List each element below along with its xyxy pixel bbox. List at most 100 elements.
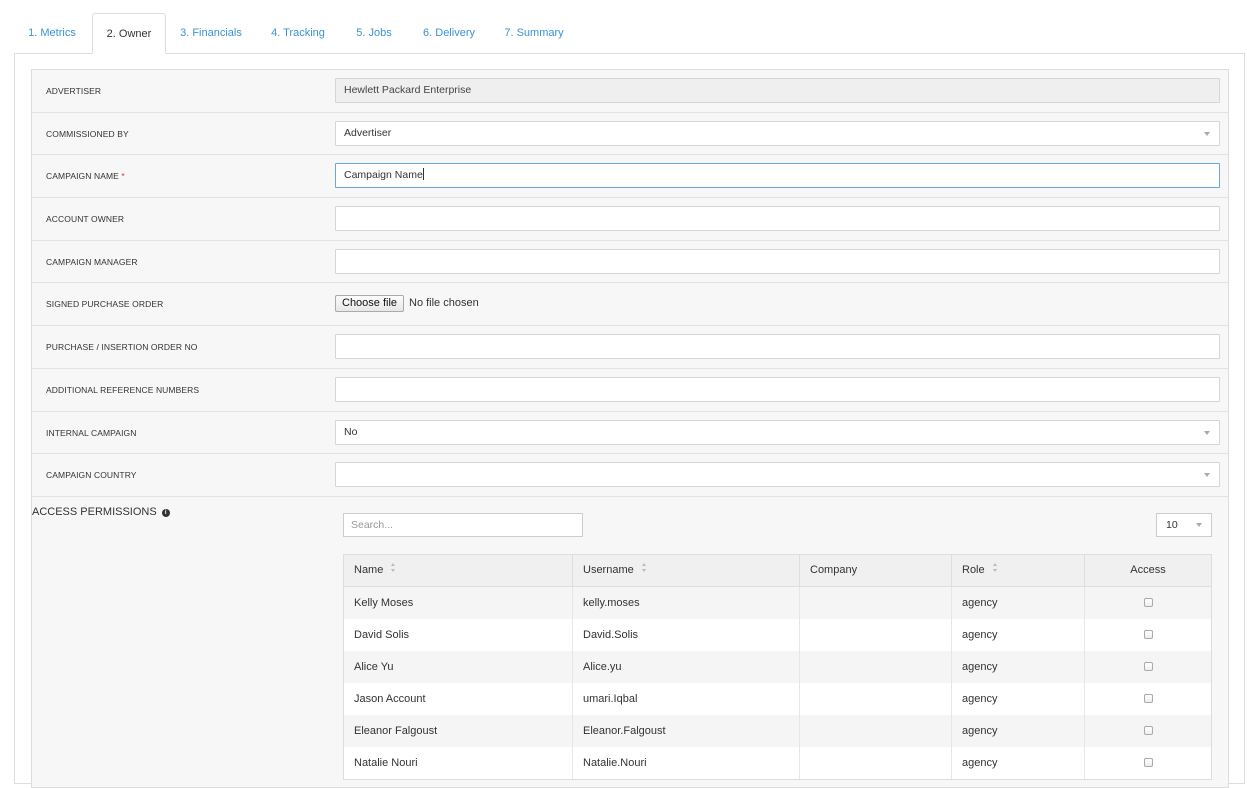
text-cursor: [422, 168, 424, 181]
cell-name: Kelly Moses: [344, 586, 573, 619]
campaign-country-label: CAMPAIGN COUNTRY: [46, 470, 137, 481]
chevron-down-icon: [1204, 430, 1210, 435]
chevron-down-icon: [1204, 473, 1210, 478]
internal-campaign-value: No: [344, 425, 358, 438]
campaign-name-label-text: CAMPAIGN NAME: [46, 171, 119, 182]
column-header-access: Access: [1085, 555, 1211, 587]
chevron-down-icon: [1204, 131, 1210, 136]
cell-access: [1085, 683, 1211, 715]
commissioned-by-label: COMMISSIONED BY: [46, 128, 129, 139]
access-permissions-label-text: ACCESS PERMISSIONS: [32, 505, 157, 518]
po-number-row: PURCHASE / INSERTION ORDER NO: [32, 326, 1228, 369]
campaign-name-value: Campaign Name: [344, 169, 423, 182]
cell-company: [800, 586, 952, 619]
column-header-role[interactable]: Role: [952, 554, 1085, 587]
cell-name: Eleanor Falgoust: [344, 714, 573, 747]
cell-username: Alice.yu: [573, 650, 800, 683]
page-size-value: 10: [1166, 518, 1178, 531]
po-number-label: PURCHASE / INSERTION ORDER NO: [46, 342, 198, 353]
column-header-label: Username: [583, 563, 634, 576]
cell-access: [1085, 587, 1211, 619]
tab-jobs[interactable]: 5. Jobs: [348, 13, 400, 54]
tab-bar: 1. Metrics 2. Owner 3. Financials 4. Tra…: [14, 13, 1245, 54]
cell-access: [1085, 715, 1211, 747]
access-checkbox[interactable]: [1143, 693, 1153, 703]
cell-access: [1085, 747, 1211, 779]
column-header-company: Company: [800, 554, 952, 587]
cell-access: [1085, 651, 1211, 683]
table-body: Kelly Moses kelly.moses agency David Solis D…: [344, 586, 1211, 779]
tab-tracking[interactable]: 4. Tracking: [266, 13, 330, 54]
tab-delivery[interactable]: 6. Delivery: [416, 13, 482, 54]
owner-panel: ADVERTISER Hewlett Packard Enterprise CO…: [14, 54, 1245, 788]
commissioned-by-select[interactable]: Advertiser: [335, 120, 1220, 146]
permissions-table: Name Username Company Role Access Kelly …: [343, 553, 1212, 780]
commissioned-by-value: Advertiser: [344, 126, 392, 139]
internal-campaign-select[interactable]: No: [335, 419, 1220, 445]
cell-name: David Solis: [344, 618, 573, 651]
tab-owner[interactable]: 2. Owner: [92, 13, 166, 54]
owner-form: ADVERTISER Hewlett Packard Enterprise CO…: [31, 69, 1229, 788]
page-size-select[interactable]: 10: [1156, 512, 1212, 537]
table-row: Kelly Moses kelly.moses agency: [344, 586, 1211, 619]
table-row: Jason Account umari.Iqbal agency: [344, 682, 1211, 715]
cell-company: [800, 714, 952, 747]
access-checkbox[interactable]: [1143, 725, 1153, 735]
sort-icon: [641, 562, 647, 572]
cell-company: [800, 746, 952, 779]
sort-icon: [391, 562, 396, 572]
tab-summary[interactable]: 7. Summary: [498, 13, 570, 54]
choose-file-button[interactable]: Choose file: [335, 295, 405, 313]
tab-metrics[interactable]: 1. Metrics: [14, 13, 90, 54]
campaign-name-input[interactable]: Campaign Name: [335, 163, 1220, 189]
cell-name: Natalie Nouri: [344, 746, 573, 779]
campaign-name-row: CAMPAIGN NAME * Campaign Name: [32, 155, 1228, 199]
info-circle-icon[interactable]: i: [161, 508, 170, 517]
cell-username: kelly.moses: [573, 586, 800, 619]
commissioned-by-row: COMMISSIONED BY Advertiser: [32, 113, 1228, 156]
internal-campaign-row: INTERNAL CAMPAIGN No: [32, 412, 1228, 455]
campaign-country-select[interactable]: [335, 462, 1220, 488]
cell-username: umari.Iqbal: [573, 682, 800, 715]
column-header-label: Name: [354, 563, 384, 576]
advertiser-row: ADVERTISER Hewlett Packard Enterprise: [32, 70, 1228, 113]
cell-access: [1085, 619, 1211, 651]
campaign-country-row: CAMPAIGN COUNTRY: [32, 454, 1228, 497]
campaign-manager-label: CAMPAIGN MANAGER: [46, 256, 138, 267]
column-header-label: Company: [810, 563, 858, 576]
column-header-username[interactable]: Username: [573, 554, 800, 587]
access-permissions-label: ACCESS PERMISSIONS i: [32, 497, 1228, 527]
access-checkbox[interactable]: [1143, 597, 1153, 607]
advertiser-field: Hewlett Packard Enterprise: [335, 78, 1220, 103]
column-header-name[interactable]: Name: [344, 554, 573, 587]
account-owner-input[interactable]: [335, 206, 1220, 232]
signed-po-label: SIGNED PURCHASE ORDER: [46, 299, 164, 310]
permissions-search-input[interactable]: Search...: [343, 512, 583, 537]
cell-company: [800, 650, 952, 683]
account-owner-row: ACCOUNT OWNER: [32, 198, 1228, 241]
additional-refs-input[interactable]: [335, 376, 1220, 402]
cell-role: agency: [952, 714, 1085, 747]
sort-icon: [992, 562, 998, 572]
cell-role: agency: [952, 682, 1085, 715]
table-header: Name Username Company Role Access: [344, 554, 1211, 587]
access-checkbox[interactable]: [1143, 757, 1153, 767]
cell-name: Alice Yu: [344, 650, 573, 683]
cell-role: agency: [952, 586, 1085, 619]
file-status: No file chosen: [409, 297, 479, 310]
internal-campaign-label: INTERNAL CAMPAIGN: [46, 427, 137, 438]
cell-name: Jason Account: [344, 682, 573, 715]
campaign-manager-input[interactable]: [335, 248, 1220, 274]
cell-role: agency: [952, 746, 1085, 779]
access-checkbox[interactable]: [1143, 661, 1153, 671]
signed-po-row: SIGNED PURCHASE ORDER Choose file No fil…: [32, 283, 1228, 327]
table-row: Alice Yu Alice.yu agency: [344, 650, 1211, 683]
advertiser-label: ADVERTISER: [46, 86, 102, 96]
cell-username: Eleanor.Falgoust: [573, 714, 800, 747]
campaign-name-label: CAMPAIGN NAME *: [46, 155, 125, 197]
access-checkbox[interactable]: [1143, 629, 1153, 639]
tab-financials[interactable]: 3. Financials: [174, 13, 248, 54]
additional-refs-row: ADDITIONAL REFERENCE NUMBERS: [32, 369, 1228, 412]
po-number-input[interactable]: [335, 334, 1220, 360]
cell-company: [800, 682, 952, 715]
